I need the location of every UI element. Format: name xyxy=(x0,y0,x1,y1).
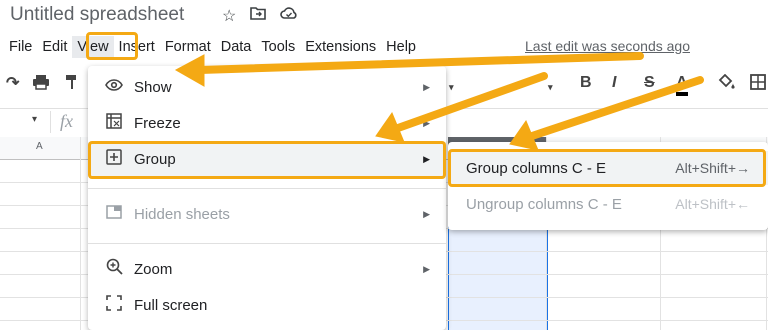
menu-item-full-screen[interactable]: Full screen xyxy=(88,288,446,322)
submenu-arrow-icon: ▶ xyxy=(423,81,430,92)
menu-item-zoom[interactable]: Zoom ▶ xyxy=(88,252,446,286)
font-dropdown-arrow-icon[interactable]: ▾ xyxy=(449,82,454,93)
column-header-a[interactable]: A xyxy=(36,141,43,152)
highlight-box-view-menu xyxy=(86,32,138,60)
italic-button[interactable]: I xyxy=(612,74,616,92)
grid-line xyxy=(80,137,81,330)
menu-item-hidden-sheets: Hidden sheets ▶ xyxy=(88,197,446,231)
menu-extensions[interactable]: Extensions xyxy=(300,36,381,58)
text-color-button[interactable]: A xyxy=(676,74,688,96)
menu-item-label: Full screen xyxy=(134,296,208,314)
print-icon[interactable] xyxy=(32,74,50,95)
last-edit-link[interactable]: Last edit was seconds ago xyxy=(525,38,690,54)
keyboard-shortcut: Alt+Shift+← xyxy=(675,196,750,212)
move-to-folder-icon[interactable] xyxy=(250,6,267,26)
document-title[interactable]: Untitled spreadsheet xyxy=(10,4,184,26)
zoom-icon xyxy=(104,258,124,280)
star-icon[interactable]: ☆ xyxy=(222,6,236,26)
menu-help[interactable]: Help xyxy=(381,36,421,58)
menu-separator xyxy=(88,188,446,189)
eye-icon xyxy=(104,78,124,96)
menu-item-label: Hidden sheets xyxy=(134,205,230,223)
highlight-box-group-columns xyxy=(448,149,766,187)
menu-edit[interactable]: Edit xyxy=(37,36,72,58)
strikethrough-button[interactable]: S xyxy=(644,74,655,92)
fullscreen-icon xyxy=(104,294,124,316)
highlight-box-group-item xyxy=(88,141,446,179)
menu-item-label: Freeze xyxy=(134,114,181,132)
formula-bar-divider xyxy=(50,111,51,133)
cloud-status-icon[interactable] xyxy=(280,6,298,26)
view-menu-dropdown: Show ▶ Freeze ▶ Group ▶ Hidden sheets ▶ … xyxy=(88,66,446,330)
menu-bar: File Edit View Insert Format Data Tools … xyxy=(4,36,421,58)
borders-icon[interactable] xyxy=(750,74,766,95)
menu-separator xyxy=(88,243,446,244)
font-size-dropdown-icon[interactable]: ▾ xyxy=(548,82,553,93)
menu-file[interactable]: File xyxy=(4,36,37,58)
menu-item-label: Show xyxy=(134,78,172,96)
name-box-dropdown-icon[interactable]: ▾ xyxy=(32,114,37,125)
fill-color-icon[interactable] xyxy=(718,73,736,95)
menu-format[interactable]: Format xyxy=(160,36,216,58)
submenu-arrow-icon: ▶ xyxy=(423,117,430,128)
menu-tools[interactable]: Tools xyxy=(256,36,300,58)
menu-item-label: Zoom xyxy=(134,260,173,278)
submenu-arrow-icon: ▶ xyxy=(423,263,430,274)
freeze-icon xyxy=(104,112,124,134)
bold-button[interactable]: B xyxy=(580,74,592,92)
submenu-item-label: Ungroup columns C - E xyxy=(466,195,622,213)
menu-item-show[interactable]: Show ▶ xyxy=(88,70,446,104)
submenu-arrow-icon: ▶ xyxy=(423,208,430,219)
submenu-item-ungroup-columns: Ungroup columns C - E Alt+Shift+← xyxy=(448,187,768,221)
title-icons: ☆ xyxy=(222,6,298,26)
redo-icon[interactable]: ↷ xyxy=(6,73,19,93)
paint-format-icon[interactable] xyxy=(66,74,78,95)
menu-item-freeze[interactable]: Freeze ▶ xyxy=(88,106,446,140)
fx-label: fx xyxy=(60,111,73,131)
menu-data[interactable]: Data xyxy=(216,36,257,58)
hidden-sheets-icon xyxy=(104,204,124,224)
